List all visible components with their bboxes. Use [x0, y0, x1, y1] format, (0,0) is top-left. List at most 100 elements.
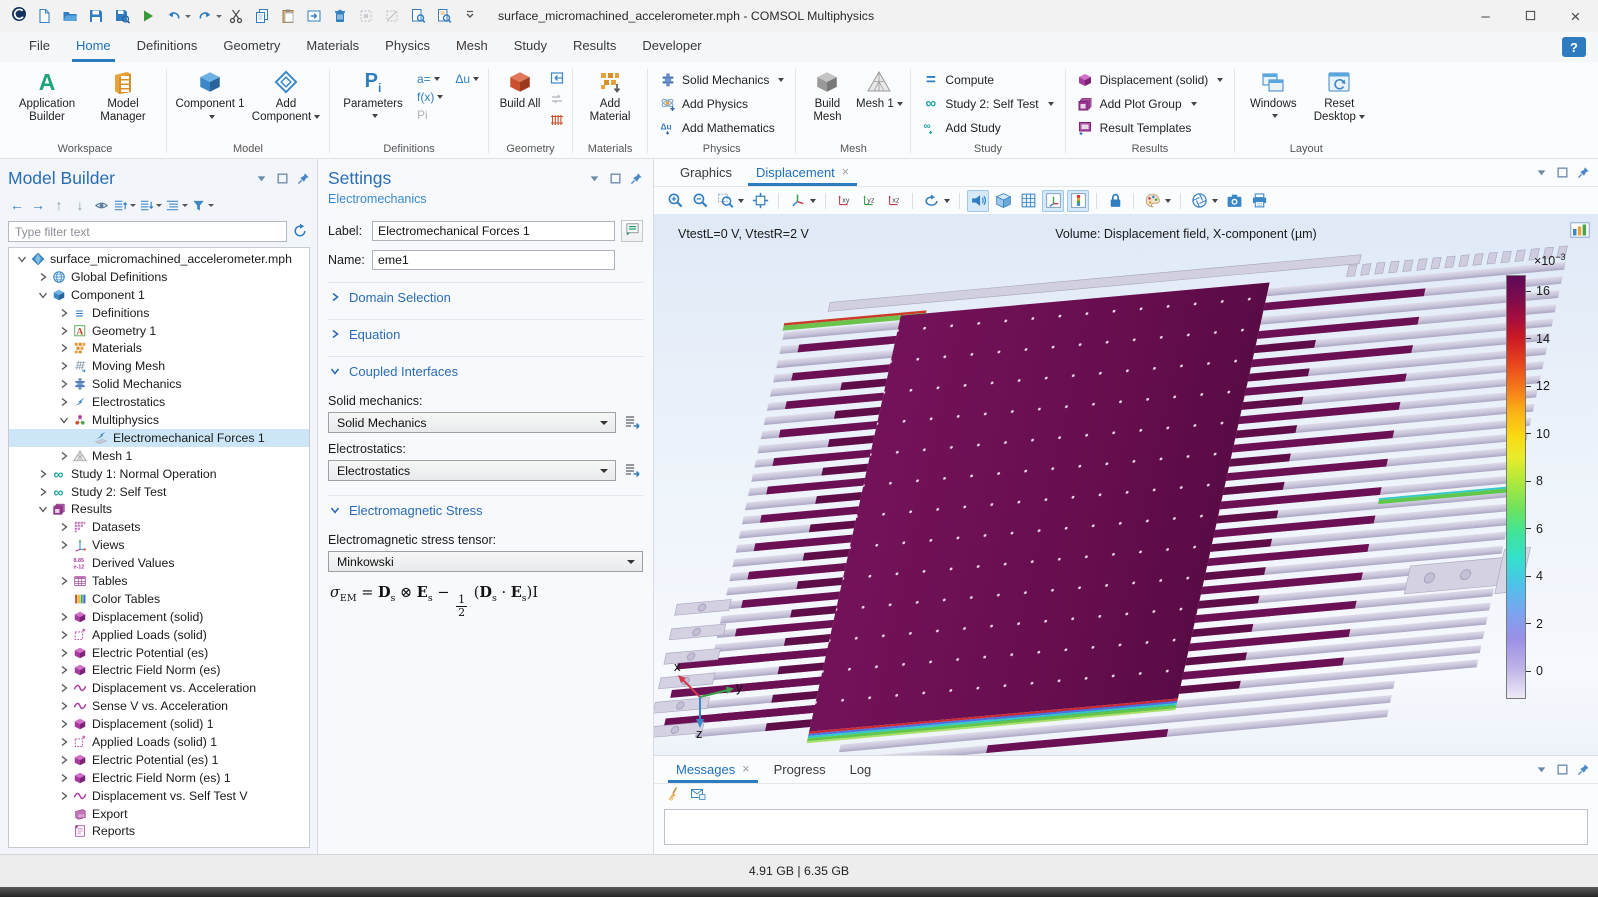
solid-mechanics-button[interactable]: Solid Mechanics — [653, 68, 790, 91]
tree-item-results[interactable]: Results — [9, 500, 309, 518]
color-theme-button[interactable] — [1141, 190, 1163, 212]
color-legend-button[interactable] — [1067, 190, 1089, 212]
new-file-button[interactable] — [31, 3, 56, 29]
redo-dropdown-icon[interactable] — [216, 15, 222, 18]
expander-icon[interactable] — [57, 413, 71, 427]
show-toggle-icon[interactable] — [92, 195, 110, 215]
tree-item-datasets[interactable]: Datasets — [9, 518, 309, 536]
expander-icon[interactable] — [15, 252, 29, 266]
search-settings-button[interactable] — [431, 3, 456, 29]
tree-item-color-tables[interactable]: Color Tables — [9, 590, 309, 608]
tree-item-reports[interactable]: Reports — [9, 823, 309, 841]
panel-pin-icon[interactable] — [629, 171, 643, 185]
cut-button[interactable] — [223, 3, 248, 29]
solid-mechanics-select[interactable]: Solid Mechanics — [328, 412, 616, 433]
expander-icon[interactable] — [57, 771, 71, 785]
expander-icon[interactable] — [57, 449, 71, 463]
expander-icon[interactable] — [57, 681, 71, 695]
show-grid-button[interactable] — [1017, 190, 1039, 212]
default-view-dropdown-icon[interactable] — [810, 199, 816, 203]
node-group-icon[interactable] — [165, 195, 188, 215]
menu-tab-materials[interactable]: Materials — [293, 32, 372, 62]
close-tab-icon[interactable]: × — [842, 165, 849, 180]
move-down-icon[interactable]: ↓ — [71, 195, 89, 215]
menu-tab-results[interactable]: Results — [560, 32, 629, 62]
snapshot-button[interactable] — [1223, 190, 1245, 212]
panel-menu-icon[interactable] — [1534, 763, 1548, 777]
environment-reflections-button[interactable] — [1188, 190, 1210, 212]
tree-item-electric-potential-es-1[interactable]: Electric Potential (es) 1 — [9, 751, 309, 769]
default-view-button[interactable] — [786, 190, 808, 212]
name-field[interactable] — [372, 250, 615, 270]
paste-button[interactable] — [275, 3, 300, 29]
tree-filter-input[interactable] — [8, 221, 287, 242]
build-mesh-button[interactable]: Build Mesh — [801, 64, 853, 124]
open-file-button[interactable] — [57, 3, 82, 29]
zoom-extents-button[interactable] — [749, 190, 771, 212]
expander-icon[interactable] — [57, 324, 71, 338]
panel-float-icon[interactable] — [608, 171, 622, 185]
expander-icon[interactable] — [36, 270, 50, 284]
help-button[interactable]: ? — [1562, 37, 1586, 57]
environment-reflections-dropdown-icon[interactable] — [1212, 199, 1218, 203]
panel-menu-icon[interactable] — [1534, 166, 1548, 180]
find-button[interactable] — [405, 3, 430, 29]
expander-icon[interactable] — [57, 574, 71, 588]
tab-graphics[interactable]: Graphics — [668, 159, 744, 186]
menu-tab-file[interactable]: File — [16, 32, 63, 62]
add-study-button[interactable]: ∞ Add Study — [916, 116, 1059, 139]
axis-orientation-button[interactable] — [1042, 190, 1064, 212]
label-field[interactable] — [372, 221, 615, 241]
tree-item-displacement-solid-1[interactable]: Displacement (solid) 1 — [9, 715, 309, 733]
tab-progress[interactable]: Progress — [762, 756, 838, 783]
expander-icon[interactable] — [57, 628, 71, 642]
expander-icon[interactable] — [57, 520, 71, 534]
variables-button[interactable]: a= — [417, 72, 443, 86]
zoom-box-dropdown-icon[interactable] — [738, 199, 744, 203]
expander-icon[interactable] — [57, 646, 71, 660]
tree-item-displacement-vs-acceleration[interactable]: Displacement vs. Acceleration — [9, 679, 309, 697]
expander-icon[interactable] — [36, 485, 50, 499]
tree-item-applied-loads-solid-1[interactable]: *Applied Loads (solid) 1 — [9, 733, 309, 751]
view-xy-button[interactable]: xy — [833, 190, 855, 212]
duplicate-button[interactable] — [301, 3, 326, 29]
tab-messages[interactable]: Messages× — [664, 756, 762, 783]
tree-item-multiphysics[interactable]: Multiphysics — [9, 411, 309, 429]
expander-icon[interactable] — [57, 359, 71, 373]
tree-item-geometry-1[interactable]: AGeometry 1 — [9, 322, 309, 340]
toolbar-chevron-button[interactable] — [457, 3, 482, 29]
virtual-operations-icon[interactable] — [548, 111, 565, 128]
panel-pin-icon[interactable] — [1576, 763, 1590, 777]
panel-float-icon[interactable] — [1555, 166, 1569, 180]
view-lock-button[interactable] — [1104, 190, 1126, 212]
close-tab-icon[interactable]: × — [742, 762, 749, 777]
stress-tensor-select[interactable]: Minkowski — [328, 551, 643, 572]
component-1-button[interactable]: Component 1 — [172, 64, 248, 124]
tree-item-electrostatics[interactable]: Electrostatics — [9, 393, 309, 411]
section-coupled-interfaces[interactable]: Coupled Interfaces — [328, 356, 643, 385]
view-xz-button[interactable]: xz — [883, 190, 905, 212]
undo-dropdown-icon[interactable] — [185, 15, 191, 18]
tree-item-materials[interactable]: Materials — [9, 339, 309, 357]
expander-icon[interactable] — [57, 610, 71, 624]
tree-item-electric-potential-es[interactable]: Electric Potential (es) — [9, 644, 309, 662]
scene-light-button[interactable] — [967, 190, 989, 212]
tree-item-electromechanical-forces-1[interactable]: Electromechanical Forces 1 — [9, 429, 309, 447]
expander-icon[interactable] — [57, 395, 71, 409]
tree-item-component-1[interactable]: Component 1 — [9, 286, 309, 304]
tree-item-electric-field-norm-es[interactable]: Electric Field Norm (es) — [9, 661, 309, 679]
clear-messages-icon[interactable] — [666, 786, 682, 807]
expander-icon[interactable] — [57, 341, 71, 355]
go-forward-icon[interactable]: → — [29, 195, 47, 215]
add-material-button[interactable]: Add Material — [578, 64, 642, 124]
undo-button[interactable] — [161, 3, 186, 29]
filter-icon[interactable] — [191, 195, 214, 215]
tree-item-global-definitions[interactable]: Global Definitions — [9, 268, 309, 286]
transparency-button[interactable] — [992, 190, 1014, 212]
menu-tab-study[interactable]: Study — [501, 32, 560, 62]
mesh-1-button[interactable]: Mesh 1 — [853, 64, 905, 111]
tab-log[interactable]: Log — [838, 756, 884, 783]
copy-button[interactable] — [249, 3, 274, 29]
view-yz-button[interactable]: yz — [858, 190, 880, 212]
electrostatics-select[interactable]: Electrostatics — [328, 460, 616, 481]
